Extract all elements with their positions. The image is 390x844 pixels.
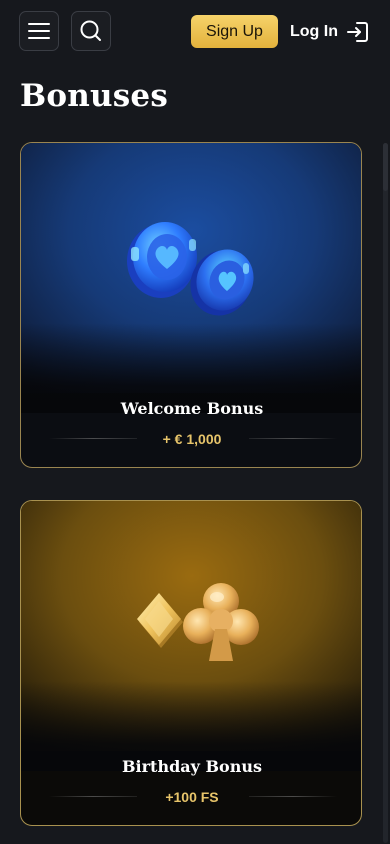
top-header: Sign Up Log In — [0, 0, 390, 64]
bonus-amount: +100 FS — [165, 789, 219, 805]
sign-up-button[interactable]: Sign Up — [191, 15, 278, 48]
bonus-card-welcome[interactable]: Welcome Bonus + € 1,000 — [20, 142, 362, 468]
bonus-title: Welcome Bonus — [120, 399, 264, 418]
scrollbar-thumb[interactable] — [383, 143, 388, 191]
menu-button[interactable] — [19, 11, 59, 51]
bonus-amount: + € 1,000 — [162, 431, 222, 447]
login-arrow-icon[interactable] — [346, 20, 370, 44]
search-icon — [80, 20, 101, 41]
bonus-card-birthday[interactable]: Birthday Bonus +100 FS — [20, 500, 362, 826]
log-in-link[interactable]: Log In — [290, 21, 338, 43]
bonus-title: Birthday Bonus — [122, 757, 262, 776]
search-button[interactable] — [71, 11, 111, 51]
divider-line — [249, 796, 337, 797]
hamburger-menu-icon — [28, 23, 50, 39]
bonus-amount-row: + € 1,000 — [21, 429, 361, 449]
bonus-amount-row: +100 FS — [21, 787, 361, 807]
page-title: Bonuses — [20, 78, 168, 114]
divider-line — [249, 438, 337, 439]
scrollbar[interactable] — [383, 143, 388, 843]
